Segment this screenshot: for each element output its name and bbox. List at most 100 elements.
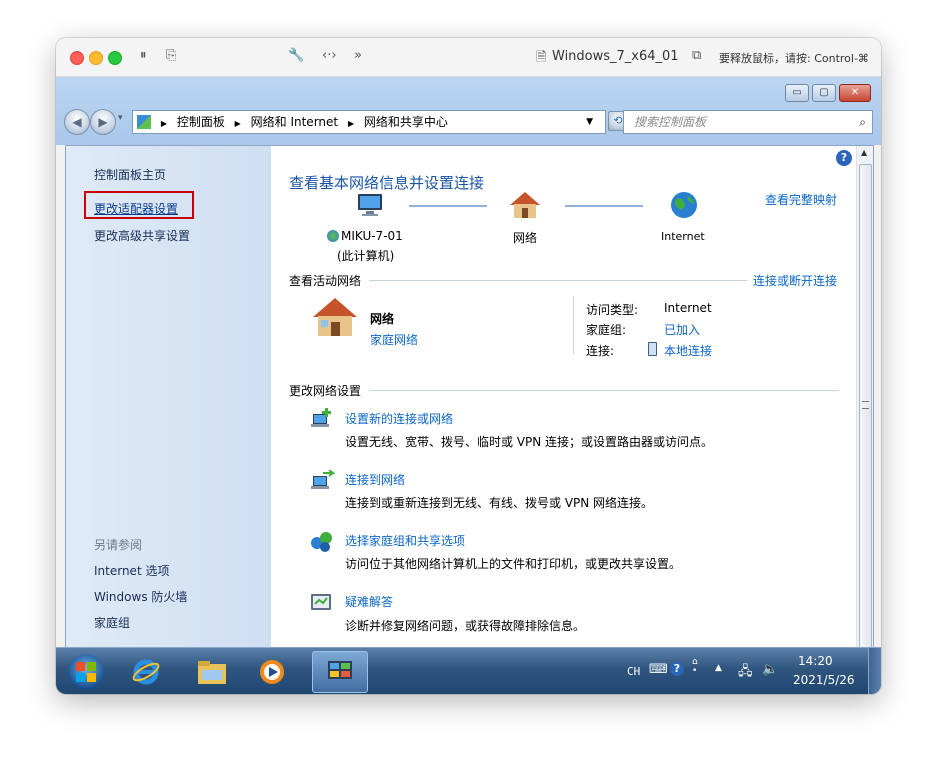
internet-options-link[interactable]: Internet 选项 [94,562,169,579]
section-divider [369,280,747,281]
active-networks-heading: 查看活动网络 [289,274,362,288]
window-icon[interactable]: ⧉ [692,48,701,63]
windows-firewall-link[interactable]: Windows 防火墙 [94,588,187,605]
computer-sub: (此计算机) [337,249,395,263]
control-panel-icon [137,115,151,129]
connect-to-network-desc: 连接到或重新连接到无线、有线、拨号或 VPN 网络连接。 [345,496,654,510]
wrench-icon[interactable]: 🔧 [288,48,304,63]
breadcrumb-sharing-center[interactable]: 网络和共享中心 [364,115,448,129]
setup-new-connection-link[interactable]: 设置新的连接或网络 [345,410,453,427]
taskbar: CH ⌨ ? ⌂ • ▲ 🖧 🔈 14:20 2021/5/26 [56,647,881,694]
search-input[interactable]: 搜索控制面板 ⌕ [623,110,873,134]
help-tray-icon[interactable]: ? [670,662,684,676]
change-adapter-settings-link[interactable]: 更改适配器设置 [94,200,178,217]
homegroup-link[interactable]: 家庭组 [94,614,130,631]
connect-disconnect-link[interactable]: 连接或断开连接 [753,272,837,289]
code-icon[interactable]: ‹·› [322,48,337,63]
internet-label: Internet [661,230,705,243]
media-player-icon[interactable] [256,656,288,688]
connection-label: 连接: [586,344,615,358]
help-icon[interactable]: ? [836,150,852,166]
release-mouse-hint: 要释放鼠标，请按: Control-⌘ [719,52,869,65]
ethernet-icon [648,342,657,356]
show-hidden-icons[interactable]: ▲ [715,663,722,673]
recent-pages-icon[interactable]: ▾ [118,113,123,123]
network-house-icon [311,296,359,342]
forward-button[interactable]: ▶ [90,109,116,135]
minimize-traffic-light[interactable] [89,51,103,65]
homegroup-options-icon [309,529,335,557]
left-pane: 控制面板主页 更改适配器设置 更改高级共享设置 另请参阅 Internet 选项… [66,146,271,685]
search-placeholder: 搜索控制面板 [634,115,707,129]
clock-date[interactable]: 2021/5/26 [793,673,855,687]
start-button[interactable] [68,654,104,690]
clock-time[interactable]: 14:20 [798,654,833,668]
connect-to-network-link[interactable]: 连接到网络 [345,471,405,488]
forward-icon[interactable]: » [354,48,362,63]
breadcrumb-network-internet[interactable]: 网络和 Internet [251,115,338,129]
vm-name: Windows_7_x64_01 [552,49,679,64]
troubleshoot-link[interactable]: 疑难解答 [345,593,393,610]
globe-icon [669,190,699,224]
active-network-name: 网络 [370,312,395,326]
network-type-link[interactable]: 家庭网络 [370,331,418,348]
homegroup-sharing-link[interactable]: 选择家庭组和共享选项 [345,532,465,549]
homegroup-label: 家庭组: [586,323,627,337]
computer-icon [355,192,385,218]
search-icon[interactable]: ⌕ [859,111,866,133]
window-content: 控制面板主页 更改适配器设置 更改高级共享设置 另请参阅 Internet 选项… [65,145,874,686]
windows-logo-icon [76,662,96,682]
minimize-button[interactable]: ▭ [785,84,809,102]
internet-explorer-icon[interactable] [130,656,162,688]
access-type-label: 访问类型: [586,303,639,317]
view-full-map-link[interactable]: 查看完整映射 [765,191,837,208]
zoom-traffic-light[interactable] [108,51,122,65]
house-icon [508,190,542,224]
pause-icon[interactable]: ⏸ [140,48,147,63]
pen-tray-icon[interactable]: ⌂ • [692,658,698,676]
mac-toolbar: ⏸ ⎘ 🔧 ‹·› » 🗎 Windows_7_x64_01 ⧉ 要释放鼠标，请… [56,38,881,77]
language-indicator[interactable]: CH [627,665,640,678]
section-divider [369,390,839,391]
close-traffic-light[interactable] [70,51,84,65]
show-desktop-button[interactable] [868,648,881,694]
computer-node-icon [327,230,339,242]
breadcrumb-control-panel[interactable]: 控制面板 [177,115,225,129]
page-title: 查看基本网络信息并设置连接 [289,174,485,192]
scroll-thumb[interactable] [859,164,872,650]
breadcrumb-sep-icon: ▶ [160,119,167,128]
vertical-scrollbar[interactable]: ▲ ▼ [856,146,873,685]
control-panel-home-link[interactable]: 控制面板主页 [94,166,166,183]
network-tray-icon[interactable]: 🖧 [738,662,753,684]
vm-file-icon: 🗎 [536,50,547,65]
map-line [565,205,643,207]
map-line [409,205,487,207]
scroll-grip-icon [862,401,869,409]
close-button[interactable]: ✕ [839,84,871,102]
homegroup-joined-link[interactable]: 已加入 [664,321,700,338]
access-type-value: Internet [664,301,712,315]
advanced-sharing-settings-link[interactable]: 更改高级共享设置 [94,227,190,244]
vm-window: ⏸ ⎘ 🔧 ‹·› » 🗎 Windows_7_x64_01 ⧉ 要释放鼠标，请… [56,38,881,694]
back-button[interactable]: ◀ [64,109,90,135]
setup-new-connection-desc: 设置无线、宽带、拨号、临时或 VPN 连接；或设置路由器或访问点。 [345,435,714,449]
caption-buttons: ▭ ▢ ✕ [782,84,871,102]
address-dropdown-icon[interactable]: ▼ [586,111,593,133]
connect-network-icon [309,469,336,496]
keyboard-icon[interactable]: ⌨ [649,662,668,677]
control-panel-task-button[interactable] [312,651,368,693]
computer-name: MIKU-7-01 [341,229,403,243]
address-bar[interactable]: ▶ 控制面板 ▶ 网络和 Internet ▶ 网络和共享中心 ▼ [132,110,606,134]
file-explorer-icon[interactable] [196,656,228,688]
volume-icon[interactable]: 🔈 [762,662,778,677]
snapshot-icon[interactable]: ⎘ [166,48,176,63]
win7-explorer: ▭ ▢ ✕ ◀ ▶ ▾ ▶ 控制面板 ▶ 网络和 Internet ▶ 网络和共… [56,77,881,694]
scroll-up-icon[interactable]: ▲ [861,148,867,157]
homegroup-sharing-desc: 访问位于其他网络计算机上的文件和打印机，或更改共享设置。 [345,557,682,571]
maximize-button[interactable]: ▢ [812,84,836,102]
local-connection-link[interactable]: 本地连接 [664,342,712,359]
main-pane: 查看基本网络信息并设置连接 查看完整映射 MIKU-7-01 (此计算机) 网络 [271,146,857,685]
new-connection-icon [309,408,335,434]
troubleshoot-desc: 诊断并修复网络问题，或获得故障排除信息。 [345,619,586,633]
window-chrome: ▭ ▢ ✕ ◀ ▶ ▾ ▶ 控制面板 ▶ 网络和 Internet ▶ 网络和共… [56,77,881,145]
